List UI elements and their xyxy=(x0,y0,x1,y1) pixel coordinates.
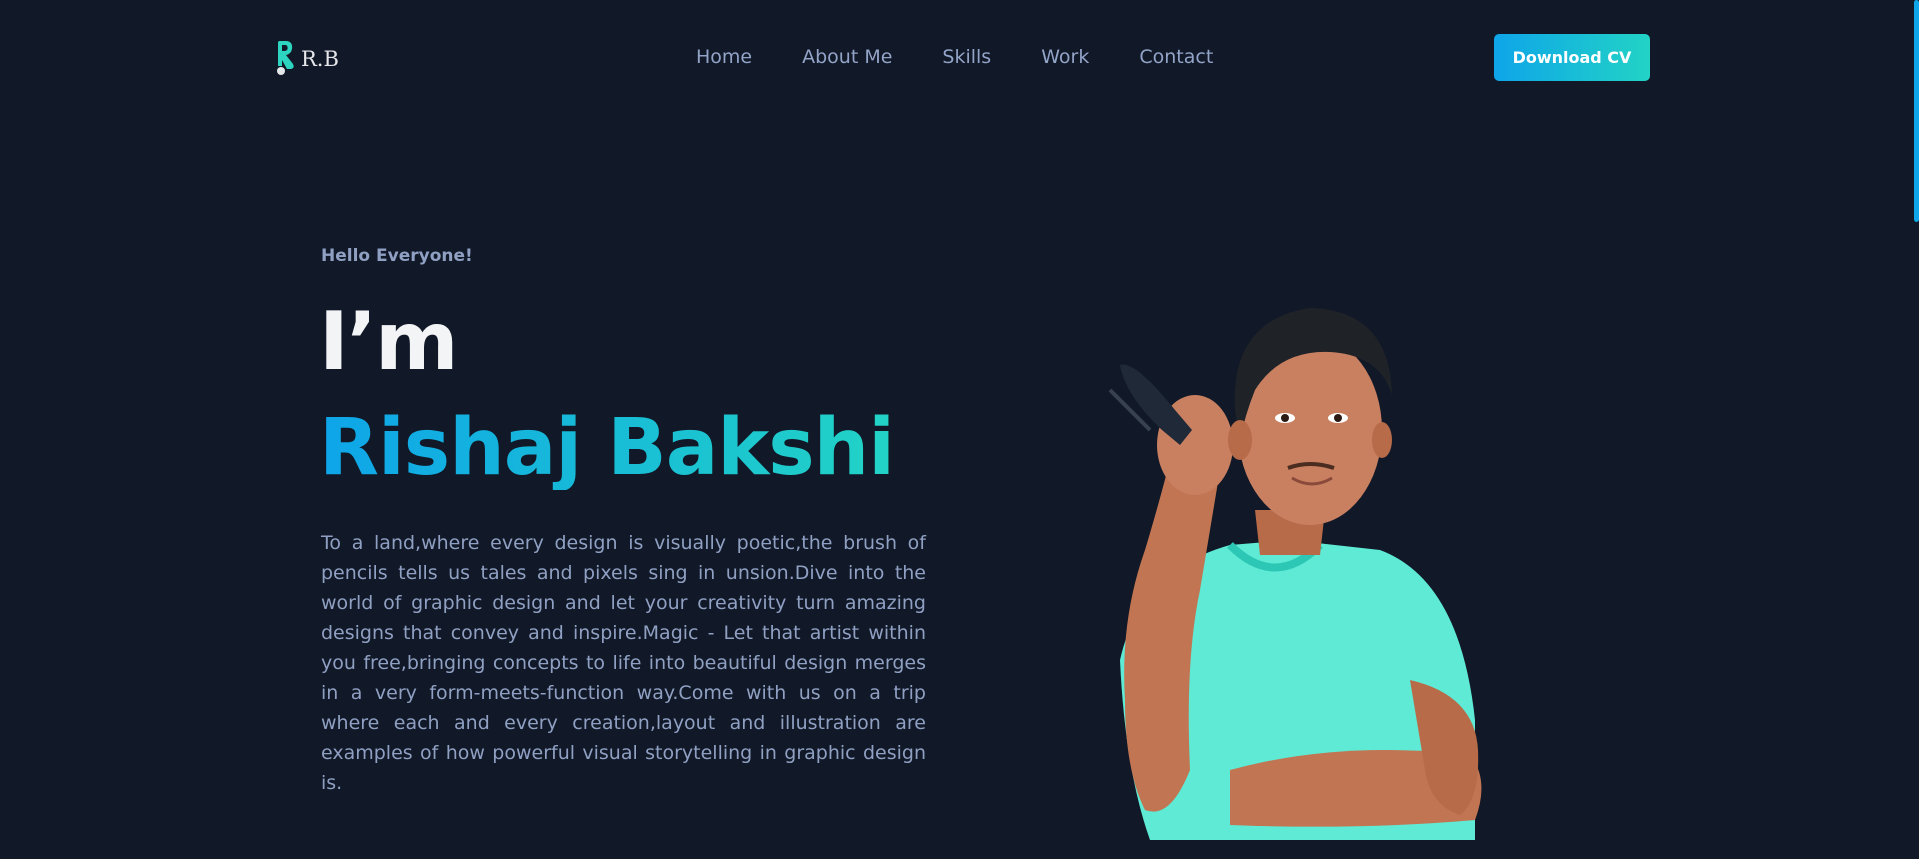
page-scrollbar[interactable] xyxy=(1914,0,1919,222)
download-cv-button[interactable]: Download CV xyxy=(1494,34,1650,81)
nav-link-work[interactable]: Work xyxy=(1041,44,1089,70)
hero-greeting: Hello Everyone! xyxy=(321,246,473,266)
site-header: R.B Home About Me Skills Work Contact Do… xyxy=(0,0,1919,115)
logo-text: R.B xyxy=(301,47,339,71)
nav-link-about-me[interactable]: About Me xyxy=(802,44,892,70)
hero-intro-word: I’m xyxy=(319,295,459,388)
nav-link-contact[interactable]: Contact xyxy=(1139,44,1213,70)
hero-description: To a land,where every design is visually… xyxy=(321,532,926,794)
hero-name: Rishaj Bakshi xyxy=(319,403,895,493)
portrait-image xyxy=(1108,308,1482,840)
logo-mark-icon xyxy=(277,41,294,75)
brand-logo[interactable]: R.B xyxy=(275,38,339,76)
nav-link-skills[interactable]: Skills xyxy=(942,44,991,70)
main-nav: Home About Me Skills Work Contact xyxy=(696,44,1213,70)
portfolio-page: R.B Home About Me Skills Work Contact Do… xyxy=(0,0,1919,859)
nav-link-home[interactable]: Home xyxy=(696,44,752,70)
